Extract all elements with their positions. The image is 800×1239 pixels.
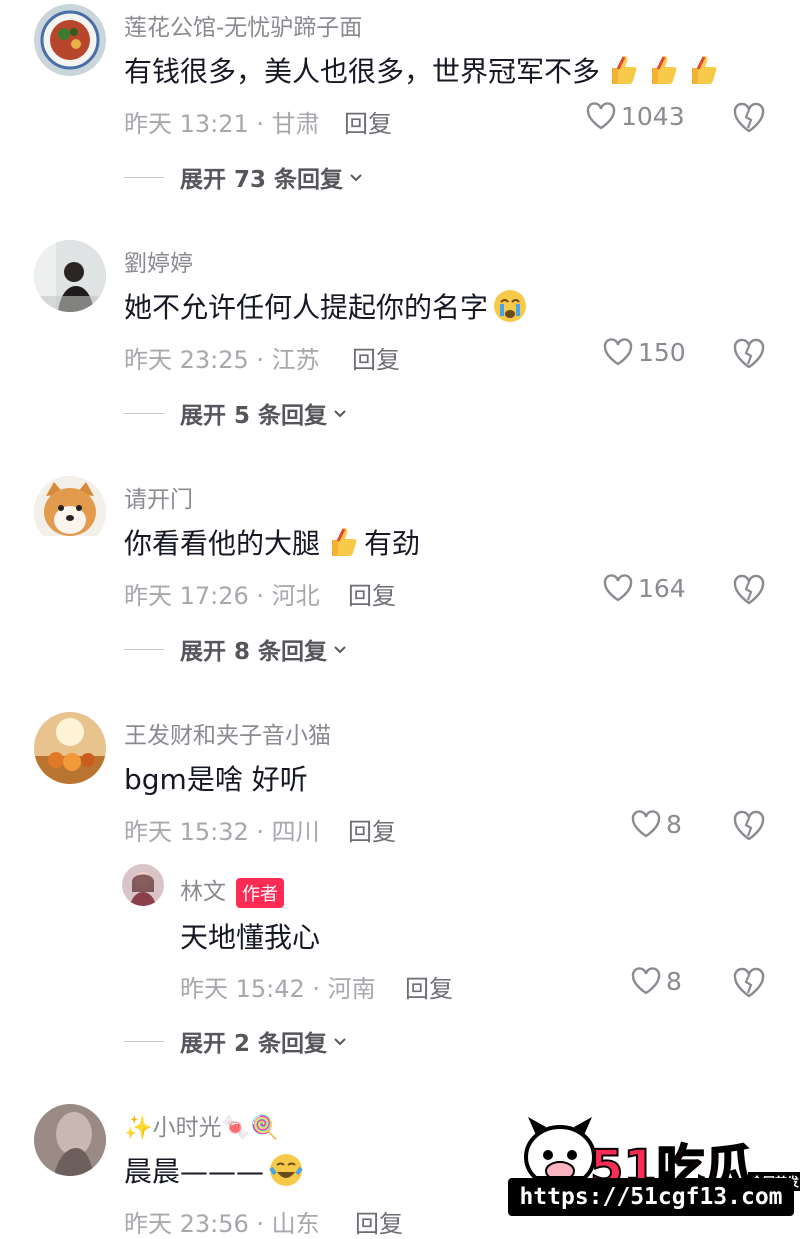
reply-button[interactable]: 回复 [352, 340, 400, 375]
heart-icon [586, 102, 616, 130]
avatar[interactable] [34, 476, 106, 548]
divider-line [124, 1040, 164, 1042]
like-count: 8 [666, 809, 682, 839]
username[interactable]: 请开门 [124, 480, 193, 514]
expand-replies-button[interactable]: 展开 2 条回复 [124, 1024, 349, 1058]
avatar[interactable] [34, 240, 106, 312]
dislike-broken-heart-icon[interactable] [732, 810, 766, 842]
woman-photo-avatar-icon [122, 864, 164, 906]
comment-text: 有钱很多，美人也很多，世界冠军不多 [124, 50, 720, 90]
comment-text: 晨晨——— [124, 1150, 304, 1190]
heart-icon [631, 810, 661, 838]
reply-button[interactable]: 回复 [348, 576, 396, 611]
expand-replies-button[interactable]: 展开 73 条回复 [124, 160, 365, 194]
reply-button[interactable]: 回复 [344, 104, 392, 139]
thumbs-up-icon [332, 528, 357, 556]
author-badge: 作者 [236, 877, 284, 908]
chevron-down-icon [334, 646, 346, 654]
heart-icon [603, 574, 633, 602]
comment-text: bgm是啥 好听 [124, 763, 308, 796]
dislike-broken-heart-icon[interactable] [732, 338, 766, 370]
noodle-bowl-avatar-icon [34, 4, 106, 76]
expand-replies-button[interactable]: 展开 8 条回复 [124, 632, 349, 666]
chevron-down-icon [334, 410, 346, 418]
dislike-broken-heart-icon[interactable] [732, 102, 766, 134]
reply-button[interactable]: 回复 [348, 812, 396, 847]
like-button[interactable]: 8 [630, 966, 682, 996]
comment-meta: 昨天 23:25 · 江苏 [124, 346, 320, 374]
watermark-url: https://51cgf13.com [508, 1178, 794, 1216]
comment-text: 你看看他的大腿 有劲 [124, 522, 420, 562]
username[interactable]: 莲花公馆-无忧驴蹄子面 [124, 8, 362, 42]
like-button[interactable]: 150 [602, 337, 686, 367]
username: 林文 作者 [180, 872, 284, 908]
avatar[interactable] [122, 864, 164, 906]
crying-face-icon [494, 290, 527, 322]
divider-line [124, 176, 164, 178]
reply-button[interactable]: 回复 [405, 969, 453, 1004]
username[interactable]: ✨小时光🍬🍭 [124, 1108, 279, 1142]
dislike-broken-heart-icon[interactable] [732, 967, 766, 999]
comment-meta: 昨天 13:21 · 甘肃 [124, 110, 320, 138]
avatar[interactable] [34, 712, 106, 784]
like-button[interactable]: 1043 [585, 101, 685, 131]
chevron-down-icon [334, 1038, 346, 1046]
like-count: 150 [638, 337, 686, 367]
comment-text: 天地懂我心 [180, 921, 321, 954]
thumbs-up-icon [692, 56, 717, 84]
like-count: 8 [666, 966, 682, 996]
avatar[interactable] [34, 4, 106, 76]
chevron-down-icon [350, 174, 362, 182]
divider-line [124, 648, 164, 650]
blurred-photo-avatar-icon [34, 1104, 106, 1176]
person-photo-avatar-icon [34, 240, 106, 312]
like-button[interactable]: 8 [630, 809, 682, 839]
thumbs-up-icon [612, 56, 637, 84]
heart-icon [603, 338, 633, 366]
heart-icon [631, 967, 661, 995]
thumbs-up-icon [652, 56, 677, 84]
dislike-broken-heart-icon[interactable] [732, 574, 766, 606]
username[interactable]: 王发财和夹子音小猫 [124, 716, 331, 750]
laughing-tears-icon [269, 1154, 303, 1186]
like-count: 1043 [621, 101, 685, 131]
comment-text: 她不允许任何人提起你的名字 [124, 286, 528, 326]
like-count: 164 [638, 573, 686, 603]
avatar[interactable] [34, 1104, 106, 1176]
expand-replies-button[interactable]: 展开 5 条回复 [124, 396, 349, 430]
fruit-still-life-avatar-icon [34, 712, 106, 784]
comment-meta: 昨天 15:42 · 河南 [180, 975, 376, 1003]
comment-meta: 昨天 23:56 · 山东 [124, 1210, 320, 1238]
username[interactable]: 劉婷婷 [124, 244, 193, 278]
comment-meta: 昨天 15:32 · 四川 [124, 818, 320, 846]
comment-meta: 昨天 17:26 · 河北 [124, 582, 320, 610]
divider-line [124, 412, 164, 414]
shiba-dog-avatar-icon [34, 476, 106, 548]
like-button[interactable]: 164 [602, 573, 686, 603]
reply-button[interactable]: 回复 [355, 1204, 403, 1239]
